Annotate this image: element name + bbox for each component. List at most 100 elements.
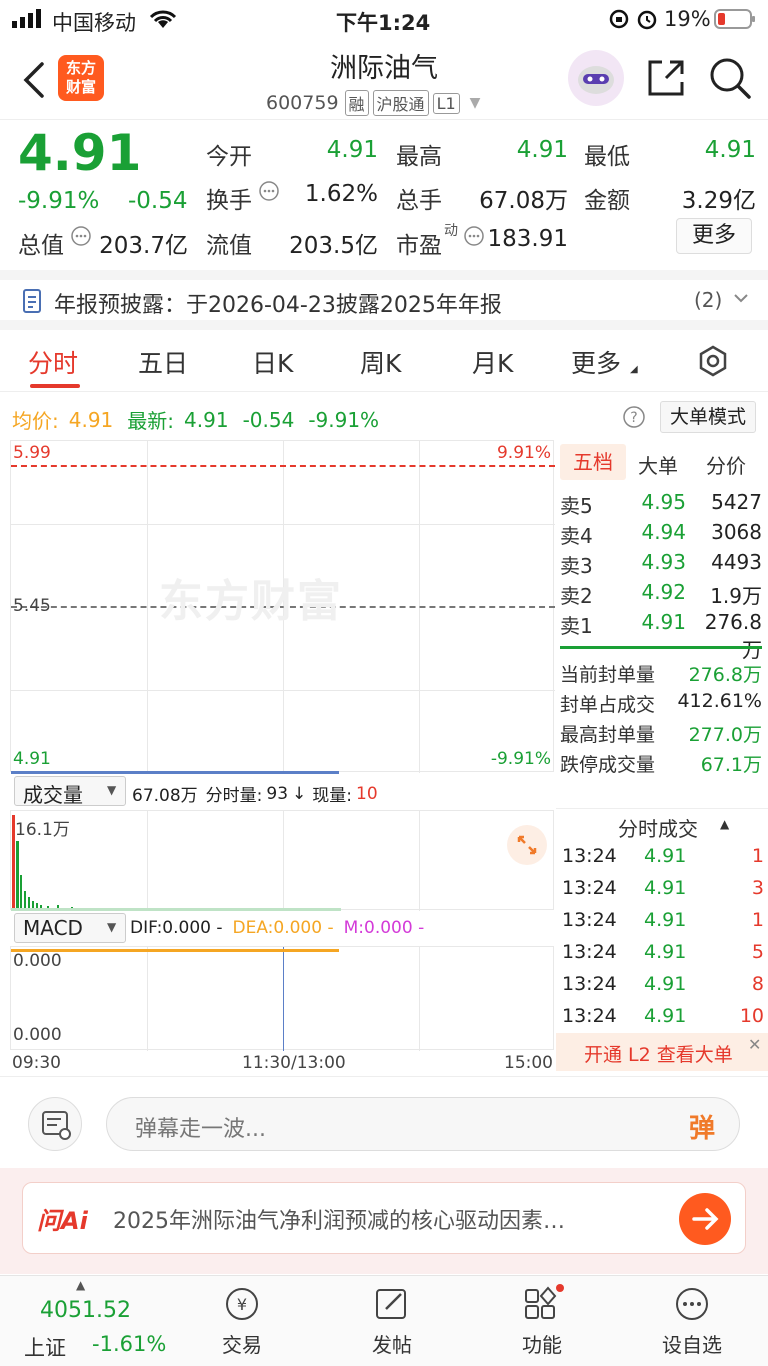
tick-time: 13:24 [562,877,617,899]
dropdown-caret-icon[interactable]: ▼ [470,95,481,111]
ask-label: 卖5 [560,494,593,518]
chevron-down-icon [732,289,750,311]
tick-price: 4.91 [644,941,687,963]
index-value[interactable]: 4051.52 [40,1298,131,1323]
tick-volume: 8 [751,973,764,995]
clock: 下午1:24 [336,11,431,35]
bottom-nav: ▲ 4051.52 上证 -1.61% ¥ 交易 发帖 功能 设自选 [0,1275,768,1366]
notice-count: (2) [694,288,723,312]
close-icon[interactable]: ✕ [748,1035,761,1054]
rotation-lock-icon [608,8,630,35]
ask-price: 4.95 [641,490,686,514]
document-icon [22,288,44,318]
stock-code: 600759 [266,92,339,114]
ai-question-card[interactable]: 问Ai 2025年洲际油气净利润预减的核心驱动因素… [22,1182,746,1254]
tab-daily-k[interactable]: 日K [252,344,293,380]
big-order-mode-button[interactable]: 大单模式 [660,401,756,433]
caret-up-icon: ▲ [76,1278,86,1292]
volume-chart[interactable]: 16.1万 [10,810,554,911]
arrow-down-icon: ↓ [292,783,307,804]
edit-icon [342,1284,442,1329]
info-icon[interactable] [258,180,280,202]
info-icon[interactable] [70,225,92,251]
y-label-bottom: 4.91 [13,749,51,769]
more-button[interactable]: 更多 [676,218,752,254]
stock-code-row: 600759 融 沪股通 L1 ▼ [266,90,480,116]
ai-robot-avatar[interactable] [568,50,624,106]
order-tab-big-order[interactable]: 大单 [638,450,678,479]
macd-dif: DIF:0.000 - [130,918,223,938]
pe-superscript: 动 [444,223,458,239]
avg-label: 均价: [12,409,59,433]
divider [560,646,762,649]
danmaku-settings-icon[interactable] [28,1097,82,1151]
tab-five-day[interactable]: 五日 [138,344,188,380]
nav-trade[interactable]: ¥ 交易 [192,1284,292,1358]
gear-icon[interactable] [696,344,730,382]
nav-functions[interactable]: 功能 [492,1284,592,1358]
nav-post[interactable]: 发帖 [342,1284,442,1358]
tick-list: 分时成交 ▲ 13:24 4.91 1 13:24 4.91 3 13:24 4… [556,808,768,1072]
arrow-right-icon[interactable] [679,1193,731,1245]
trade-icon: ¥ [192,1284,292,1329]
order-tab-price-split[interactable]: 分价 [706,450,746,479]
danmaku-send-icon[interactable]: 弹 [689,1108,715,1145]
wifi-icon [148,8,178,35]
index-change[interactable]: -1.61% [92,1332,166,1356]
seal-label: 最高封单量 [560,724,656,746]
tick-volume: 1 [751,909,764,931]
low-label: 最低 [584,144,630,170]
tab-more[interactable]: 更多 [571,344,621,380]
l2-promo-banner[interactable]: 开通 L2 查看大单 ✕ [556,1033,768,1071]
low-value: 4.91 [704,137,756,163]
intraday-chart[interactable]: 东方财富 5.99 9.91% 5.45 4.91 -9.91% [10,440,555,774]
order-tab-five-level[interactable]: 五档 [560,444,626,480]
high-label: 最高 [396,144,442,170]
seal-label: 当前封单量 [560,664,656,686]
pct-label-bottom: -9.91% [490,749,551,769]
search-icon[interactable] [708,56,752,104]
macd-selector-label: MACD [23,916,83,940]
ai-section: 问Ai 2025年洲际油气净利润预减的核心驱动因素… [0,1168,768,1274]
avg-value: 4.91 [68,407,114,432]
tab-weekly-k[interactable]: 周K [360,344,401,380]
price-summary: 均价: 4.91 最新: 4.91 -0.54 -9.91% [12,405,379,434]
corner-triangle-icon: ◢ [630,364,638,375]
expand-icon[interactable] [507,825,547,865]
latest-label: 最新: [127,409,175,433]
danmaku-input[interactable]: 弹幕走一波... 弹 [106,1097,740,1151]
order-book: 五档 大单 分价 卖5 4.95 5427 卖4 4.94 3068 卖3 4.… [556,440,768,780]
nav-add-watchlist[interactable]: 设自选 [642,1284,742,1358]
volume-selector[interactable]: 成交量 ▼ [14,776,126,807]
ask-volume: 4493 [711,550,762,574]
alarm-icon [636,8,658,35]
seal-value: 412.61% [677,690,762,712]
ai-logo: 问Ai [37,1207,88,1235]
share-icon[interactable] [646,58,686,102]
tag-margin: 融 [344,90,369,116]
volume-selector-label: 成交量 [23,783,83,807]
tab-intraday[interactable]: 分时 [28,344,78,380]
battery-icon [714,9,756,34]
carrier: 中国移动 [52,11,136,35]
macd-chart[interactable]: 0.000 0.000 [10,946,554,1051]
svg-text:?: ? [630,410,637,426]
tab-monthly-k[interactable]: 月K [472,344,513,380]
nav-functions-label: 功能 [522,1333,562,1357]
tick-volume: 1 [751,845,764,867]
latest-value: 4.91 [184,407,229,432]
index-name[interactable]: 上证 [24,1332,66,1362]
volume-info: 67.08万 分时量: 93 ↓ 现量: 10 [132,781,378,807]
seal-value: 276.8万 [688,664,762,686]
notice-bar[interactable]: 年报预披露：于2026-04-23披露2025年年报 (2) [0,270,768,330]
help-icon[interactable]: ? [622,405,646,433]
app-header: 东方 财富 洲际油气 600759 融 沪股通 L1 ▼ [0,40,768,120]
minute-volume-label: 分时量: [205,786,263,806]
pct-label-top: 9.91% [496,443,551,463]
tick-title[interactable]: 分时成交 [618,813,698,842]
ask-label: 卖3 [560,554,593,578]
open-label: 今开 [206,144,252,170]
macd-y-bottom: 0.000 [13,1025,62,1045]
y-label-top: 5.99 [13,443,51,463]
macd-selector[interactable]: MACD ▼ [14,913,126,943]
